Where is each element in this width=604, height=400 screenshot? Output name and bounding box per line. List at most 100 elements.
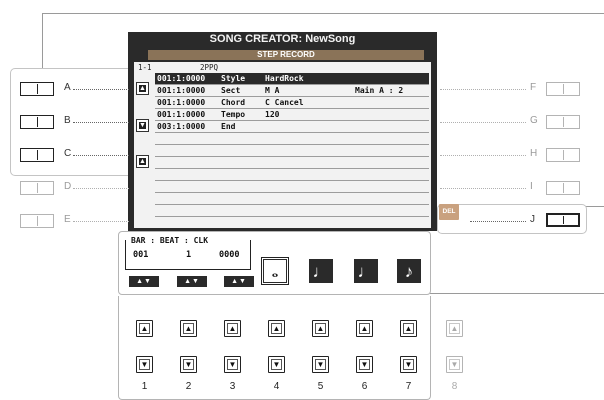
empty-row xyxy=(155,217,429,229)
up-button-8[interactable]: ▲ xyxy=(446,320,463,337)
empty-row xyxy=(155,193,429,205)
down-button-8[interactable]: ▼ xyxy=(446,356,463,373)
screen-title: SONG CREATOR: NewSong xyxy=(209,33,356,45)
down-button-1[interactable]: ▼ xyxy=(136,356,153,373)
track-indicator: 1-1 xyxy=(138,63,152,72)
down-arrow-icon: ▼ xyxy=(316,360,325,369)
button-number-3: 3 xyxy=(229,381,236,392)
quarter-note-icon: ♩ xyxy=(357,262,375,281)
quarter-note-button[interactable]: ♩ xyxy=(354,259,378,283)
panel-button-f[interactable] xyxy=(546,82,580,96)
event-row[interactable]: 001:1:0000 Chord C Cancel xyxy=(155,97,429,109)
down-arrow-icon: ▼ xyxy=(450,360,459,369)
panel-button-c[interactable] xyxy=(20,148,54,162)
half-note-button[interactable]: ♩ xyxy=(309,259,333,283)
down-button-4[interactable]: ▼ xyxy=(268,356,285,373)
up-button-5[interactable]: ▲ xyxy=(312,320,329,337)
clock-updown-button[interactable]: ▲▼ xyxy=(224,276,254,287)
empty-row xyxy=(155,181,429,193)
panel-button-g[interactable] xyxy=(546,115,580,129)
button-number-2: 2 xyxy=(185,381,192,392)
panel-button-h[interactable] xyxy=(546,148,580,162)
panel-outline-left xyxy=(42,13,43,68)
event-list: 001:1:0000 Style HardRock 001:1:0000 Sec… xyxy=(155,73,429,225)
up-button-6[interactable]: ▲ xyxy=(356,320,373,337)
event-row[interactable]: 001:1:0000 Sect M A Main A : 2 xyxy=(155,85,429,97)
down-arrow-icon: ▼ xyxy=(272,360,281,369)
up-button-2[interactable]: ▲ xyxy=(180,320,197,337)
up-arrow-icon: ▲ xyxy=(184,324,193,333)
screen-cursor-up-button[interactable]: ▲ xyxy=(136,82,149,95)
event-row[interactable]: 001:1:0000 Style HardRock xyxy=(155,73,429,85)
eighth-note-icon: ♪ xyxy=(404,262,414,281)
down-button-5[interactable]: ▼ xyxy=(312,356,329,373)
position-title: BAR : BEAT : CLK xyxy=(129,236,211,245)
panel-button-e[interactable] xyxy=(20,214,54,228)
empty-row xyxy=(155,133,429,145)
up-arrow-icon: ▲ xyxy=(404,324,413,333)
whole-note-icon: 𝅝 xyxy=(271,262,279,281)
leader-dots xyxy=(73,188,129,189)
up-arrow-icon: ▲ xyxy=(316,324,325,333)
cursor-up-icon: ▲ xyxy=(139,85,146,92)
leader-dots xyxy=(440,188,526,189)
up-arrow-icon: ▲ xyxy=(228,324,237,333)
beat-updown-button[interactable]: ▲▼ xyxy=(177,276,207,287)
delete-button[interactable]: DEL xyxy=(439,204,459,220)
button-number-5: 5 xyxy=(317,381,324,392)
leader-dots xyxy=(73,155,129,156)
panel-button-j[interactable] xyxy=(546,213,580,227)
down-button-3[interactable]: ▼ xyxy=(224,356,241,373)
empty-row xyxy=(155,169,429,181)
panel-button-b[interactable] xyxy=(20,115,54,129)
bar-updown-button[interactable]: ▲▼ xyxy=(129,276,159,287)
control-strip: BAR : BEAT : CLK 001 1 0000 ▲▼ ▲▼ ▲▼ 𝅝 ♩… xyxy=(118,231,431,295)
panel-button-i[interactable] xyxy=(546,181,580,195)
event-row[interactable]: 001:1:0000 Tempo 120 xyxy=(155,109,429,121)
up-button-7[interactable]: ▲ xyxy=(400,320,417,337)
panel-label-f: F xyxy=(530,82,537,93)
panel-outline-mid xyxy=(430,293,604,294)
up-button-3[interactable]: ▲ xyxy=(224,320,241,337)
cursor-down-icon: ▼ xyxy=(139,122,146,129)
bar-value: 001 xyxy=(133,250,149,260)
down-arrow-icon: ▼ xyxy=(360,360,369,369)
down-button-6[interactable]: ▼ xyxy=(356,356,373,373)
screen-top-button[interactable]: ▲ xyxy=(136,155,149,168)
panel-label-b: B xyxy=(64,115,71,126)
up-arrow-icon: ▲ xyxy=(140,324,149,333)
panel-label-h: H xyxy=(530,148,538,159)
lcd-screen: SONG CREATOR: NewSong STEP RECORD 1-1 2P… xyxy=(128,32,459,231)
down-arrow-icon: ▼ xyxy=(184,360,193,369)
screen-cursor-down-button[interactable]: ▼ xyxy=(136,119,149,132)
clock-value: 0000 xyxy=(219,250,240,260)
down-arrow-icon: ▼ xyxy=(228,360,237,369)
eighth-note-button[interactable]: ♪ xyxy=(397,259,421,283)
half-note-icon: ♩ xyxy=(312,262,330,281)
event-row[interactable]: 003:1:0000 End xyxy=(155,121,429,133)
panel-button-d[interactable] xyxy=(20,181,54,195)
beat-value: 1 xyxy=(186,250,192,260)
down-arrow-icon: ▼ xyxy=(404,360,413,369)
leader-dots xyxy=(440,89,526,90)
down-button-7[interactable]: ▼ xyxy=(400,356,417,373)
leader-dots xyxy=(73,89,129,90)
panel-label-a: A xyxy=(64,82,71,93)
whole-note-button[interactable]: 𝅝 xyxy=(261,257,289,285)
panel-button-a[interactable] xyxy=(20,82,54,96)
up-button-4[interactable]: ▲ xyxy=(268,320,285,337)
up-arrow-icon: ▲ xyxy=(360,324,369,333)
button-number-7: 7 xyxy=(405,381,412,392)
button-number-1: 1 xyxy=(141,381,148,392)
down-button-2[interactable]: ▼ xyxy=(180,356,197,373)
empty-row xyxy=(155,145,429,157)
panel-outline-right xyxy=(586,206,604,207)
up-button-1[interactable]: ▲ xyxy=(136,320,153,337)
panel-label-e: E xyxy=(64,214,71,225)
empty-row xyxy=(155,205,429,217)
panel-label-g: G xyxy=(530,115,538,126)
leader-dots xyxy=(73,122,129,123)
button-number-6: 6 xyxy=(361,381,368,392)
cursor-top-icon: ▲ xyxy=(139,158,146,165)
panel-label-d: D xyxy=(64,181,72,192)
